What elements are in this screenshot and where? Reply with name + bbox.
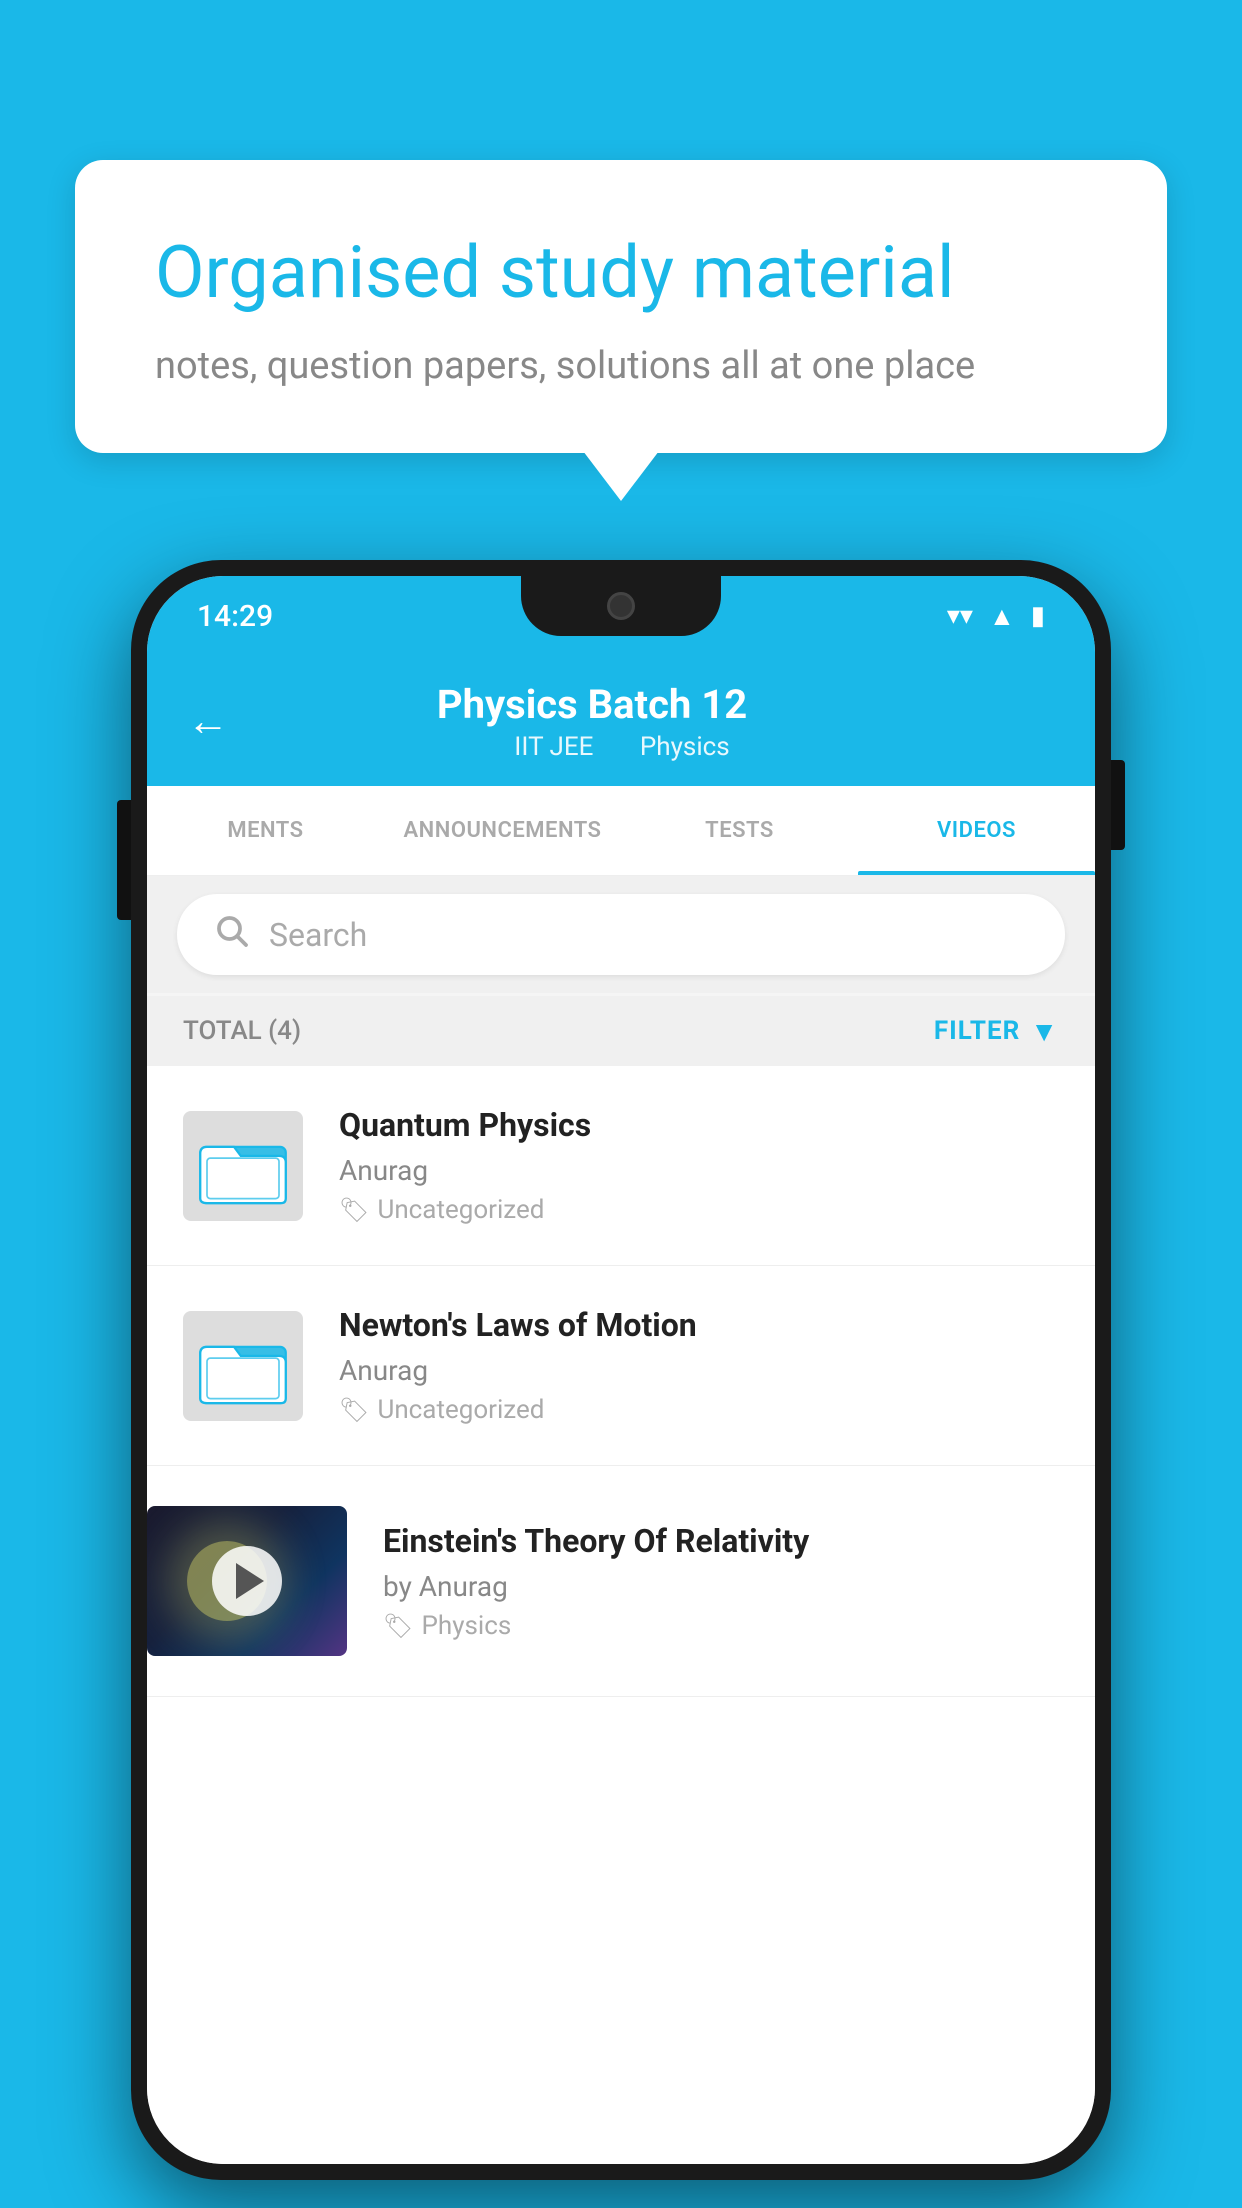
wifi-icon: ▾▾ (947, 601, 973, 631)
play-button[interactable] (212, 1546, 282, 1616)
tab-bar: MENTS ANNOUNCEMENTS TESTS VIDEOS (147, 786, 1095, 876)
item-title-3: Einstein's Theory Of Relativity (383, 1522, 1059, 1560)
item-info-3: Einstein's Theory Of Relativity by Anura… (383, 1522, 1059, 1641)
header-subtitle: IIT JEE Physics (249, 732, 995, 762)
search-placeholder: Search (269, 916, 367, 954)
item-title-2: Newton's Laws of Motion (339, 1306, 1059, 1344)
subtitle-iit: IIT JEE (514, 732, 593, 762)
tag-icon-3: 🏷 (383, 1612, 413, 1640)
list-item[interactable]: Quantum Physics Anurag 🏷 Uncategorized (147, 1066, 1095, 1266)
battery-icon: ▮ (1031, 601, 1045, 631)
item-author-2: Anurag (339, 1354, 1059, 1387)
tab-announcements[interactable]: ANNOUNCEMENTS (384, 786, 621, 875)
item-thumbnail-2 (183, 1311, 303, 1421)
search-input-wrapper[interactable]: Search (177, 894, 1065, 975)
play-triangle-icon (236, 1563, 264, 1599)
phone-device: 14:29 ▾▾ ▲ ▮ ← Physics Batch 12 IIT JEE … (131, 560, 1111, 2180)
back-button[interactable]: ← (187, 697, 229, 746)
item-author-3: by Anurag (383, 1570, 1059, 1603)
camera-sensor (607, 592, 635, 620)
total-count-label: TOTAL (4) (183, 1016, 301, 1046)
item-author-1: Anurag (339, 1154, 1059, 1187)
tag-icon-2: 🏷 (339, 1396, 369, 1424)
search-icon (213, 912, 249, 957)
tab-ments[interactable]: MENTS (147, 786, 384, 875)
bubble-heading: Organised study material (155, 230, 1087, 316)
list-item[interactable]: Newton's Laws of Motion Anurag 🏷 Uncateg… (147, 1266, 1095, 1466)
tab-videos[interactable]: VIDEOS (858, 786, 1095, 875)
item-tag-2: 🏷 Uncategorized (339, 1395, 1059, 1425)
status-time: 14:29 (197, 599, 273, 634)
header-title: Physics Batch 12 (249, 681, 935, 728)
filter-funnel-icon: ▼ (1030, 1015, 1059, 1048)
speech-bubble-card: Organised study material notes, question… (75, 160, 1167, 453)
subtitle-physics: Physics (640, 732, 730, 762)
tag-icon-1: 🏷 (339, 1196, 369, 1224)
phone-notch (521, 576, 721, 636)
filter-label: FILTER (934, 1016, 1020, 1046)
item-info-2: Newton's Laws of Motion Anurag 🏷 Uncateg… (339, 1306, 1059, 1425)
filter-button[interactable]: FILTER ▼ (934, 1015, 1059, 1048)
item-tag-1: 🏷 Uncategorized (339, 1195, 1059, 1225)
item-info-1: Quantum Physics Anurag 🏷 Uncategorized (339, 1106, 1059, 1225)
item-tag-3: 🏷 Physics (383, 1611, 1059, 1641)
item-thumbnail-3 (147, 1506, 347, 1656)
app-header: ← Physics Batch 12 IIT JEE Physics (147, 656, 1095, 786)
signal-icon: ▲ (989, 601, 1015, 632)
item-thumbnail-1 (183, 1111, 303, 1221)
status-icons: ▾▾ ▲ ▮ (947, 601, 1045, 632)
video-list: Quantum Physics Anurag 🏷 Uncategorized (147, 1066, 1095, 2164)
item-title-1: Quantum Physics (339, 1106, 1059, 1144)
header-row: ← Physics Batch 12 IIT JEE Physics (147, 681, 1095, 762)
list-item[interactable]: Einstein's Theory Of Relativity by Anura… (147, 1466, 1095, 1697)
tab-tests[interactable]: TESTS (621, 786, 858, 875)
bubble-subtext: notes, question papers, solutions all at… (155, 344, 1087, 388)
phone-screen: 14:29 ▾▾ ▲ ▮ ← Physics Batch 12 IIT JEE … (147, 576, 1095, 2164)
filter-bar: TOTAL (4) FILTER ▼ (147, 996, 1095, 1066)
search-bar-container: Search (147, 876, 1095, 993)
